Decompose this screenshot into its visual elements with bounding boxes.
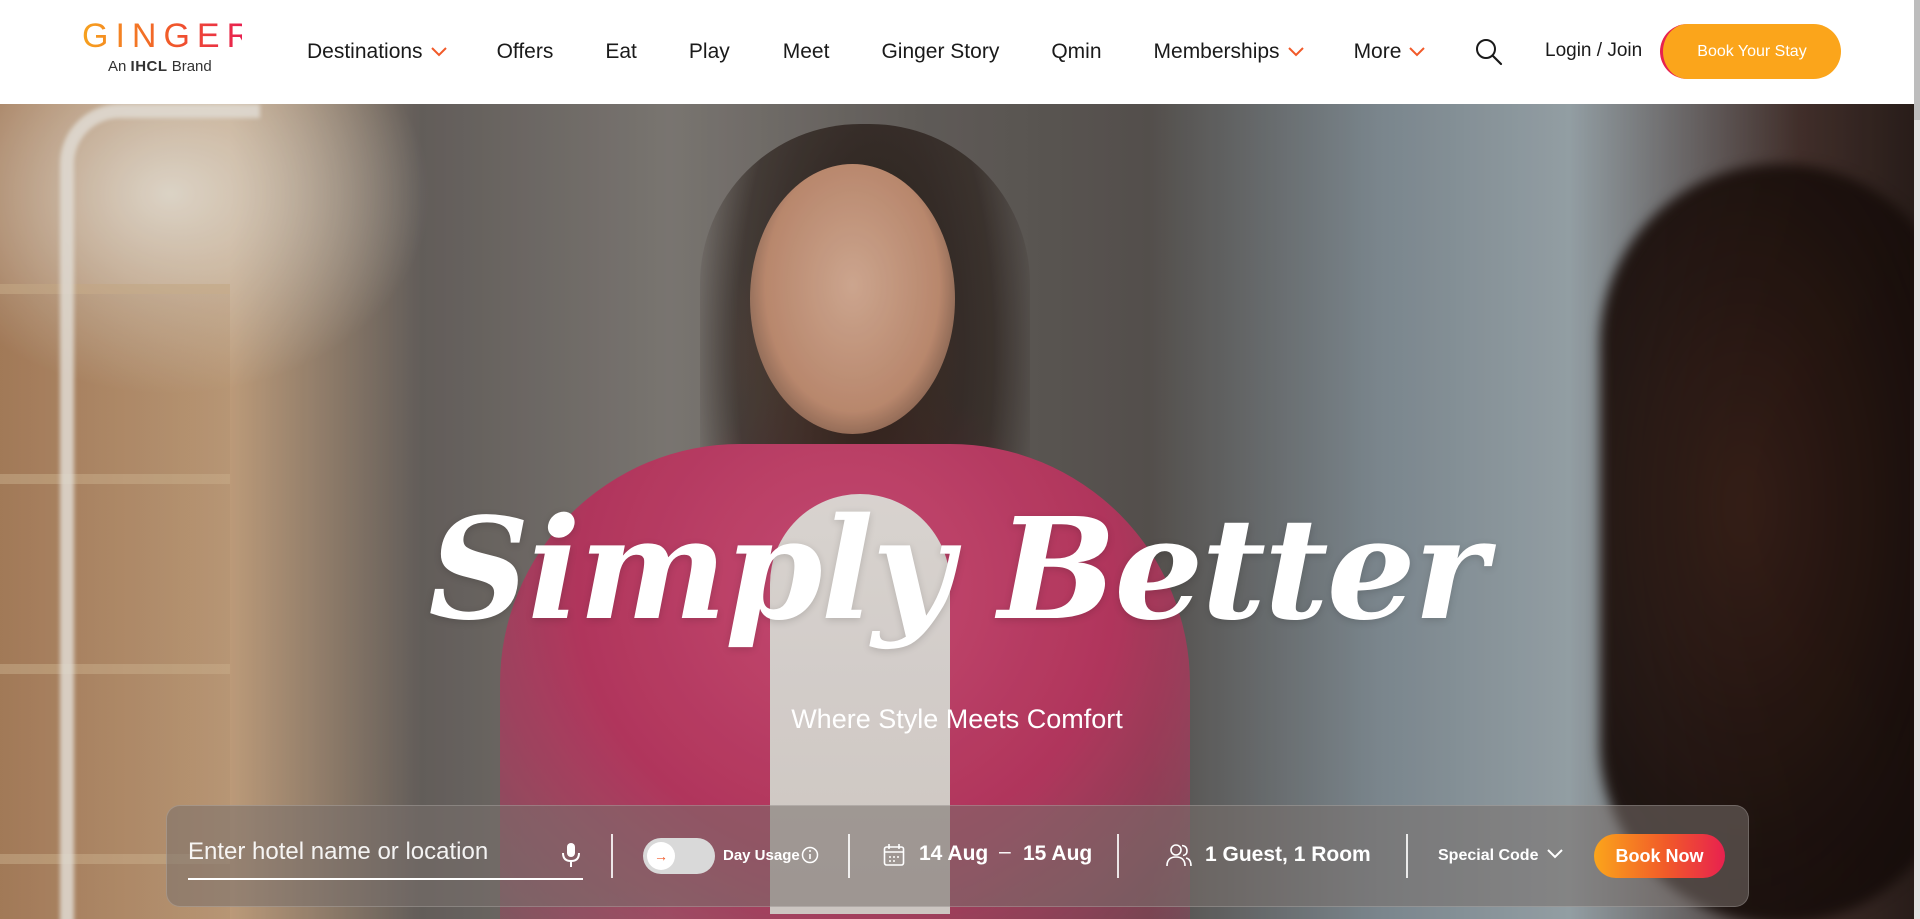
book-now-button[interactable]: Book Now (1594, 834, 1725, 878)
divider (848, 834, 850, 878)
page-scrollbar[interactable] (1914, 0, 1920, 919)
hero-title: Simply Better (428, 488, 1487, 652)
scrollbar-thumb[interactable] (1914, 0, 1920, 120)
day-usage-toggle[interactable]: → (643, 838, 715, 874)
calendar-icon[interactable] (883, 843, 905, 867)
date-separator: – (999, 840, 1011, 863)
booking-bar: → Day Usage 14 Aug – 15 Aug 1 Guest, 1 R (166, 805, 1749, 907)
nav-label: Offers (496, 40, 554, 63)
main-nav: Destinations Offers Eat Play Meet Ginger… (307, 0, 1426, 104)
nav-offers[interactable]: Offers (497, 40, 554, 64)
chevron-down-icon[interactable] (1547, 849, 1563, 859)
logo-tagline: An IHCL Brand (108, 58, 242, 75)
check-in-date[interactable]: 14 Aug (919, 842, 988, 866)
nav-play[interactable]: Play (689, 40, 730, 64)
login-join-link[interactable]: Login / Join (1545, 40, 1642, 62)
divider (1406, 834, 1408, 878)
nav-label: Meet (782, 40, 830, 63)
chevron-down-icon (430, 47, 447, 57)
nav-label: Destinations (307, 40, 423, 63)
nav-memberships[interactable]: Memberships (1154, 40, 1304, 64)
chevron-down-icon (1409, 47, 1426, 57)
nav-label: Play (688, 40, 730, 63)
search-icon[interactable] (1474, 37, 1504, 67)
site-header: GINGER An IHCL Brand Destinations Offers… (0, 0, 1920, 104)
hero-banner: Simply Better Where Style Meets Comfort … (0, 104, 1914, 919)
tagline-brand: IHCL (130, 58, 168, 75)
nav-eat[interactable]: Eat (605, 40, 637, 64)
nav-label: Eat (605, 40, 637, 63)
hotel-search-input[interactable] (188, 832, 538, 872)
divider (611, 834, 613, 878)
microphone-icon[interactable] (561, 842, 581, 868)
nav-ginger-story[interactable]: Ginger Story (881, 40, 999, 64)
nav-more[interactable]: More (1354, 40, 1426, 64)
tagline-suffix: Brand (171, 58, 212, 75)
special-code-dropdown[interactable]: Special Code (1438, 847, 1538, 865)
guests-icon[interactable] (1165, 842, 1193, 868)
ginger-logo[interactable]: GINGER An IHCL Brand (82, 17, 259, 80)
nav-meet[interactable]: Meet (783, 40, 830, 64)
nav-label: Memberships (1153, 40, 1280, 63)
info-icon[interactable] (801, 846, 819, 864)
guests-rooms-selector[interactable]: 1 Guest, 1 Room (1205, 843, 1371, 867)
chevron-down-icon (1287, 47, 1304, 57)
day-usage-label: Day Usage (723, 847, 800, 864)
nav-qmin[interactable]: Qmin (1051, 40, 1101, 64)
tagline-prefix: An (108, 58, 127, 75)
check-out-date[interactable]: 15 Aug (1023, 842, 1092, 866)
nav-label: More (1353, 40, 1402, 63)
nav-label: Ginger Story (881, 40, 1000, 63)
arrow-right-icon: → (647, 842, 675, 870)
logo-wordmark: GINGER (82, 17, 259, 55)
nav-destinations[interactable]: Destinations (307, 40, 447, 64)
hotel-search-field (188, 832, 583, 880)
nav-label: Qmin (1051, 40, 1102, 63)
hero-subtitle: Where Style Meets Comfort (791, 704, 1123, 734)
divider (1117, 834, 1119, 878)
book-your-stay-button[interactable]: Book Your Stay (1660, 24, 1841, 79)
